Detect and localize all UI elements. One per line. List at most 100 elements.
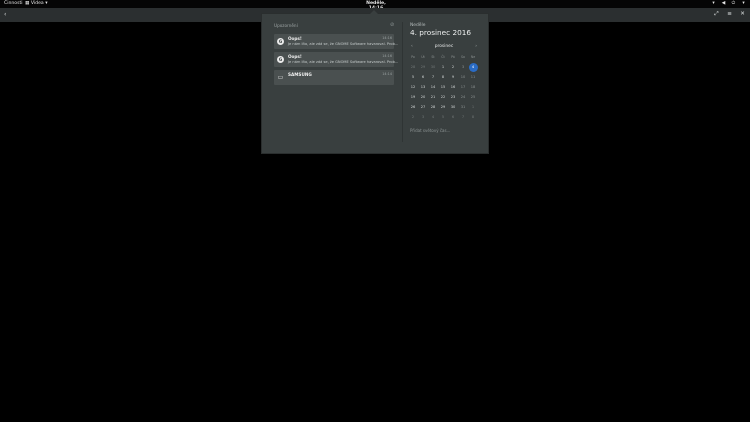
calendar-day-number: 29 <box>420 65 426 69</box>
notification-body: Je nám líto, ale zdá se, že GNOME Softwa… <box>288 60 399 64</box>
calendar-day[interactable]: 24 <box>458 92 468 102</box>
network-icon[interactable]: ▾ <box>711 1 716 6</box>
weekday-header: Út <box>421 55 425 59</box>
notification-title: Oops! <box>288 36 302 41</box>
calendar-day[interactable]: 28 <box>428 102 438 112</box>
calendar-day-number: 6 <box>451 115 455 119</box>
calendar-day[interactable]: 5 <box>408 72 418 82</box>
calendar-day[interactable]: 31 <box>458 102 468 112</box>
volume-icon[interactable]: ◀ <box>721 1 726 6</box>
calendar-day[interactable]: 27 <box>418 102 428 112</box>
prev-month-icon[interactable]: ‹ <box>411 44 413 49</box>
calendar-day[interactable]: 15 <box>438 82 448 92</box>
calendar-grid: Po Út St Čt Pá So Ne 28 29 30 1 2 3 4 5 6 7 8 9 10 11 12 13 14 1… <box>408 52 478 122</box>
calendar-day-number: 17 <box>460 85 466 89</box>
calendar-day[interactable]: 1 <box>438 62 448 72</box>
calendar-month: prosinec <box>434 44 454 49</box>
calendar-day[interactable]: 25 <box>468 92 478 102</box>
calendar-day[interactable]: 18 <box>468 82 478 92</box>
calendar-day-number: 26 <box>410 105 416 109</box>
notification-time: 14:14 <box>382 72 392 76</box>
weekday-header: St <box>431 55 435 59</box>
calendar-day[interactable]: 23 <box>448 92 458 102</box>
calendar-day[interactable]: 11 <box>468 72 478 82</box>
calendar-day[interactable]: 22 <box>438 92 448 102</box>
app-menu[interactable]: ▦ Videa ▾ <box>25 1 48 6</box>
app-menu-label: Videa <box>30 1 44 7</box>
calendar-day[interactable]: 13 <box>418 82 428 92</box>
calendar-day[interactable]: 20 <box>418 92 428 102</box>
calendar-day[interactable]: 12 <box>408 82 418 92</box>
weekday-header: Ne <box>470 55 476 59</box>
calendar-day[interactable]: 29 <box>438 102 448 112</box>
calendar-day[interactable]: 4 <box>428 112 438 122</box>
calendar-day[interactable]: 10 <box>458 72 468 82</box>
power-icon[interactable]: ⏻ <box>731 1 736 6</box>
calendar-day[interactable]: 21 <box>428 92 438 102</box>
calendar-day-number: 12 <box>410 85 416 89</box>
add-world-clock-link[interactable]: Přidat světový čas... <box>410 128 450 133</box>
calendar-day-number: 8 <box>441 75 445 79</box>
calendar-day-number: 22 <box>440 95 446 99</box>
settings-icon[interactable]: ▾ <box>741 1 746 6</box>
notification-item[interactable]: ▭ SAMSUNG 14:14 <box>274 70 394 85</box>
calendar-day[interactable]: 7 <box>458 112 468 122</box>
calendar-day-number: 2 <box>451 65 455 69</box>
calendar-day-number: 6 <box>421 75 425 79</box>
calendar-day-number: 1 <box>471 105 475 109</box>
notification-time: 14:16 <box>382 36 392 40</box>
header-buttons: ⤢ ≡ ✕ <box>713 11 746 18</box>
calendar-week-row: 5 6 7 8 9 10 11 <box>408 72 478 82</box>
calendar-day-number: 28 <box>430 105 436 109</box>
calendar-day-today[interactable]: 4 <box>468 62 478 72</box>
calendar-day[interactable]: 8 <box>438 72 448 82</box>
calendar-day[interactable]: 5 <box>438 112 448 122</box>
chevron-down-icon: ▾ <box>45 1 48 7</box>
notification-title: Oops! <box>288 54 302 59</box>
calendar-day[interactable]: 14 <box>428 82 438 92</box>
calendar-day-number: 31 <box>460 105 466 109</box>
panel-divider <box>402 22 403 142</box>
calendar-week-row: 19 20 21 22 23 24 25 <box>408 92 478 102</box>
calendar-day[interactable]: 17 <box>458 82 468 92</box>
next-month-icon[interactable]: › <box>475 44 477 49</box>
activities-button[interactable]: Činnosti <box>4 1 23 6</box>
calendar-day[interactable]: 29 <box>418 62 428 72</box>
calendar-day-number: 27 <box>420 105 426 109</box>
back-arrow-icon[interactable]: ‹ <box>4 11 6 18</box>
calendar-day[interactable]: 30 <box>448 102 458 112</box>
notification-item[interactable]: G Oops! Je nám líto, ale zdá se, že GNOM… <box>274 52 398 67</box>
calendar-day[interactable]: 9 <box>448 72 458 82</box>
calendar-day[interactable]: 6 <box>448 112 458 122</box>
calendar-day[interactable]: 3 <box>418 112 428 122</box>
calendar-day[interactable]: 16 <box>448 82 458 92</box>
calendar-day[interactable]: 7 <box>428 72 438 82</box>
notification-body: Je nám líto, ale zdá se, že GNOME Softwa… <box>288 42 399 46</box>
calendar-day[interactable]: 2 <box>408 112 418 122</box>
calendar-day[interactable]: 2 <box>448 62 458 72</box>
drive-icon: ▭ <box>277 74 284 81</box>
calendar-day[interactable]: 6 <box>418 72 428 82</box>
fullscreen-icon[interactable]: ⤢ <box>713 11 720 18</box>
notifications-heading: Upozornění <box>274 23 298 28</box>
calendar-day[interactable]: 19 <box>408 92 418 102</box>
clear-notifications-icon[interactable]: ⊘ <box>390 22 396 28</box>
system-tray[interactable]: ▾ ◀ ⏻ ▾ <box>711 1 746 6</box>
menu-icon[interactable]: ≡ <box>726 11 733 18</box>
calendar-date[interactable]: 4. prosinec 2016 <box>410 28 471 37</box>
gnome-software-icon: G <box>277 56 284 63</box>
calendar-day-number: 15 <box>440 85 446 89</box>
calendar-day[interactable]: 28 <box>408 62 418 72</box>
calendar-day[interactable]: 8 <box>468 112 478 122</box>
calendar-day[interactable]: 1 <box>468 102 478 112</box>
notification-item[interactable]: G Oops! Je nám líto, ale zdá se, že GNOM… <box>274 34 398 49</box>
calendar-day[interactable]: 30 <box>428 62 438 72</box>
calendar-nav: prosinec ‹ › <box>410 44 478 50</box>
calendar-day[interactable]: 26 <box>408 102 418 112</box>
calendar-day[interactable]: 3 <box>458 62 468 72</box>
message-tray-popup: Upozornění ⊘ G Oops! Je nám líto, ale zd… <box>261 10 489 154</box>
gnome-software-icon: G <box>277 38 284 45</box>
notification-time: 14:16 <box>382 54 392 58</box>
close-icon[interactable]: ✕ <box>739 11 746 18</box>
calendar-day-number: 2 <box>411 115 415 119</box>
